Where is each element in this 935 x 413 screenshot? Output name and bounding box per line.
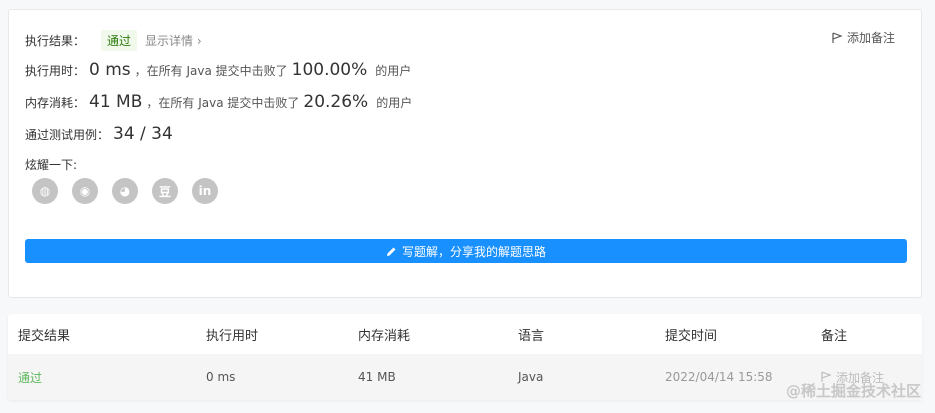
linkedin-icon[interactable]: in bbox=[192, 178, 218, 204]
qq-icon[interactable]: ◕ bbox=[112, 178, 138, 204]
memory-beat-text: ，在所有 Java 提交中击败了 bbox=[146, 96, 300, 110]
status-badge: 通过 bbox=[101, 30, 138, 51]
add-note-button[interactable]: 添加备注 bbox=[832, 29, 895, 46]
header-runtime: 执行用时 bbox=[206, 328, 259, 344]
runtime-value: 0 ms bbox=[89, 60, 131, 80]
header-status: 提交结果 bbox=[18, 328, 71, 344]
share-buttons: ◍ ◉ ◕ 豆 in bbox=[32, 178, 218, 204]
runtime-row: 执行用时： 0 ms ，在所有 Java 提交中击败了 100.00% 的用户 bbox=[25, 60, 411, 80]
share-row: 炫耀一下: bbox=[25, 156, 77, 173]
runtime-label: 执行用时： bbox=[25, 64, 86, 78]
table-row[interactable]: 通过 0 ms 41 MB Java 2022/04/14 15:58 添加备注 bbox=[8, 354, 922, 400]
runtime-beat-text: ，在所有 Java 提交中击败了 bbox=[134, 64, 288, 78]
header-note: 备注 bbox=[821, 328, 848, 344]
memory-value: 41 MB bbox=[89, 92, 143, 112]
runtime-percent: 100.00% bbox=[291, 60, 368, 80]
memory-label: 内存消耗： bbox=[25, 96, 86, 110]
submission-result-card: 执行结果： 通过 显示详情 › 添加备注 执行用时： 0 ms ，在所有 Jav… bbox=[8, 9, 922, 298]
result-row: 执行结果： 通过 显示详情 › bbox=[25, 30, 202, 51]
write-solution-label: 写题解，分享我的解题思路 bbox=[401, 244, 546, 259]
add-note-label: 添加备注 bbox=[846, 31, 895, 45]
result-label: 执行结果： bbox=[25, 34, 86, 48]
flag-icon bbox=[832, 31, 843, 43]
row-memory: 41 MB bbox=[358, 370, 396, 384]
pencil-icon bbox=[386, 247, 396, 256]
table-header: 提交结果 执行用时 内存消耗 语言 提交时间 备注 bbox=[8, 314, 922, 354]
row-time: 2022/04/14 15:58 bbox=[665, 370, 773, 384]
write-solution-button[interactable]: 写题解，分享我的解题思路 bbox=[25, 239, 907, 263]
weibo-icon[interactable]: ◉ bbox=[72, 178, 98, 204]
tests-row: 通过测试用例： 34 / 34 bbox=[25, 124, 177, 144]
memory-percent: 20.26% bbox=[303, 92, 369, 112]
wechat-icon[interactable]: ◍ bbox=[32, 178, 58, 204]
memory-suffix: 的用户 bbox=[376, 96, 413, 110]
row-runtime: 0 ms bbox=[206, 370, 236, 384]
share-label: 炫耀一下: bbox=[25, 158, 78, 172]
tests-label: 通过测试用例： bbox=[25, 128, 110, 142]
header-time: 提交时间 bbox=[665, 328, 718, 344]
douban-icon[interactable]: 豆 bbox=[152, 178, 178, 204]
memory-row: 内存消耗： 41 MB ，在所有 Java 提交中击败了 20.26% 的用户 bbox=[25, 92, 412, 112]
tests-value: 34 / 34 bbox=[113, 124, 173, 144]
header-memory: 内存消耗 bbox=[358, 328, 411, 344]
header-language: 语言 bbox=[518, 328, 545, 344]
show-details-link[interactable]: 显示详情 › bbox=[145, 32, 202, 49]
row-language: Java bbox=[518, 370, 544, 384]
watermark: @稀土掘金技术社区 bbox=[785, 382, 921, 400]
row-status-link[interactable]: 通过 bbox=[18, 369, 42, 386]
submissions-table: 提交结果 执行用时 内存消耗 语言 提交时间 备注 通过 0 ms 41 MB … bbox=[8, 314, 922, 400]
runtime-suffix: 的用户 bbox=[375, 64, 412, 78]
